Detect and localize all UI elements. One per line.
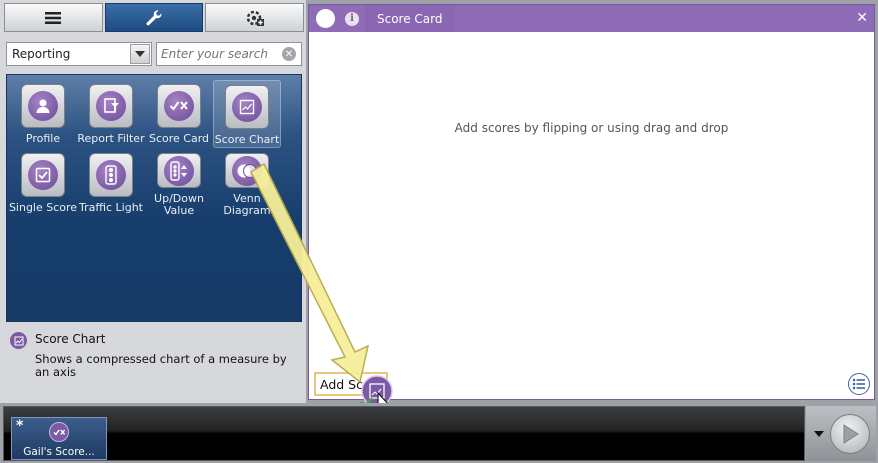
left-panel: Reporting ✕ Profile Report Filter <box>0 0 306 403</box>
tool-score-card[interactable]: Score Card <box>145 80 213 148</box>
tool-label: Profile <box>25 132 61 145</box>
card-title: Score Card <box>377 11 443 26</box>
tool-traffic-light[interactable]: Traffic Light <box>77 149 145 217</box>
unsaved-marker: * <box>16 418 24 434</box>
tool-label: Single Score <box>8 201 78 214</box>
tool-up-down-value[interactable]: Up/Down Value <box>145 149 213 217</box>
tool-description-text: Shows a compressed chart of a measure by… <box>35 352 287 379</box>
tool-label: Traffic Light <box>79 201 143 214</box>
clear-search-icon[interactable]: ✕ <box>282 47 296 61</box>
page-thumbnail-label: Gail's Score... <box>23 446 95 458</box>
tab-settings[interactable] <box>205 3 305 32</box>
list-view-button[interactable] <box>848 373 870 395</box>
status-circle-icon[interactable] <box>316 9 335 28</box>
list-icon <box>852 378 865 390</box>
add-settings-icon <box>246 10 264 26</box>
tool-description-panel: Score Chart Shows a compressed chart of … <box>6 328 302 400</box>
category-dropdown[interactable]: Reporting <box>6 42 152 66</box>
tool-venn-diagram[interactable]: Venn Diagram <box>213 149 281 217</box>
single-score-icon <box>28 160 58 190</box>
list-icon <box>45 11 62 24</box>
category-dropdown-value: Reporting <box>12 47 71 61</box>
card-title-tab: Score Card <box>365 5 455 32</box>
tool-label: Score Card <box>148 132 210 145</box>
venn-diagram-icon <box>232 155 262 186</box>
search-input[interactable] <box>157 47 282 61</box>
traffic-light-icon <box>96 160 126 190</box>
play-icon <box>843 424 859 444</box>
empty-state-message: Add scores by flipping or using drag and… <box>454 121 729 135</box>
tool-single-score[interactable]: Single Score <box>9 149 77 217</box>
tool-description-title: Score Chart <box>35 332 106 346</box>
tool-score-chart[interactable]: Score Chart <box>213 80 281 148</box>
tool-label: Venn Diagram <box>223 192 271 217</box>
tool-label: Report Filter <box>77 132 145 145</box>
tool-profile[interactable]: Profile <box>9 80 77 148</box>
tool-label: Up/Down Value <box>154 192 204 217</box>
page-strip: * Gail's Score... <box>3 406 805 461</box>
top-tab-bar <box>4 3 305 32</box>
report-filter-icon <box>96 91 126 121</box>
score-chart-small-icon <box>10 332 27 349</box>
bottom-bar: * Gail's Score... <box>0 403 878 463</box>
play-controls <box>806 406 876 461</box>
add-score-input[interactable]: Add Score <box>314 372 388 396</box>
dropdown-arrow-button[interactable] <box>130 44 150 64</box>
search-box: ✕ <box>156 42 302 66</box>
card-header: i Score Card ✕ <box>309 5 874 32</box>
play-button[interactable] <box>830 414 870 454</box>
tab-tools[interactable] <box>104 3 204 32</box>
dropdown-arrow-icon[interactable] <box>814 431 824 437</box>
tab-list[interactable] <box>4 3 103 32</box>
tool-label: Score Chart <box>214 133 280 146</box>
score-card-icon <box>164 91 194 121</box>
wrench-icon <box>146 9 162 25</box>
chevron-down-icon <box>135 51 145 57</box>
score-card-icon <box>49 422 69 442</box>
page-thumbnail[interactable]: * Gail's Score... <box>11 417 107 460</box>
tool-report-filter[interactable]: Report Filter <box>77 80 145 148</box>
tool-gallery: Profile Report Filter Score Card Score C… <box>6 74 302 322</box>
info-icon[interactable]: i <box>345 11 359 26</box>
close-button[interactable]: ✕ <box>856 10 868 26</box>
up-down-value-icon <box>164 155 194 186</box>
profile-icon <box>28 91 58 121</box>
score-card-panel: i Score Card ✕ Add scores by flipping or… <box>308 4 875 400</box>
score-chart-icon <box>232 92 262 122</box>
